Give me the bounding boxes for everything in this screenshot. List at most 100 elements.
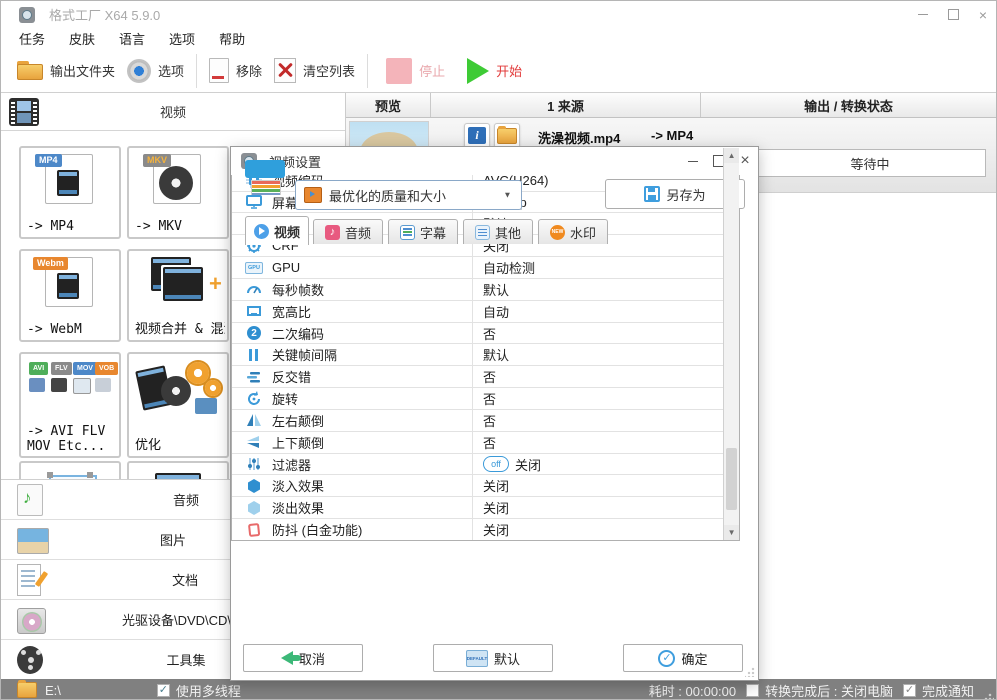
queue-header: 预览 1 来源 输出 / 转换状态 [346, 93, 996, 118]
app-window: 格式工厂 X64 5.9.0 × 任务 皮肤 语言 选项 帮助 输出文件夹 选项… [0, 0, 997, 700]
clear-x-icon [274, 58, 296, 83]
setting-row-rotate[interactable]: 旋转 否 [232, 388, 723, 410]
options-label: 选项 [158, 61, 184, 80]
setting-row-deinterlace[interactable]: 反交错 否 [232, 366, 723, 388]
tab-other[interactable]: 其他 [463, 219, 533, 244]
minimize-icon[interactable] [908, 4, 938, 26]
tile-label: 优化 [135, 438, 225, 453]
stop-label: 停止 [419, 61, 445, 80]
profile-dropdown[interactable]: 最优化的质量和大小 ▼ [295, 180, 522, 210]
setting-row-stabilize[interactable]: 防抖 (白金功能) 关闭 [232, 519, 723, 540]
setting-row-filter[interactable]: 过滤器 off 关闭 [232, 454, 723, 476]
dialog-minimize-icon[interactable] [680, 151, 706, 171]
resize-grip[interactable] [984, 691, 994, 700]
tab-video[interactable]: 视频 [245, 216, 309, 245]
scroll-up-icon[interactable]: ▲ [724, 148, 739, 163]
drive-label: E:\ [45, 683, 61, 698]
drive-folder-icon [17, 682, 37, 698]
dialog-resize-grip[interactable] [745, 667, 755, 677]
multithread-label: 使用多线程 [176, 681, 241, 700]
column-output-status[interactable]: 输出 / 转换状态 [701, 93, 996, 117]
setting-row-two-pass[interactable]: 2 二次编码 否 [232, 323, 723, 345]
flip-horizontal-icon [244, 412, 264, 428]
tab-subtitle[interactable]: 字幕 [388, 219, 458, 244]
tile-webm[interactable]: Webm -> WebM [19, 249, 121, 342]
stop-icon [386, 58, 412, 84]
setting-row-keyframe[interactable]: 关键帧间隔 默认 [232, 344, 723, 366]
tile-optimize[interactable]: 优化 [127, 352, 229, 458]
toolbar-separator [367, 54, 368, 88]
setting-row-fade-in[interactable]: 淡入效果 关闭 [232, 475, 723, 497]
profile-film-icon [304, 187, 322, 203]
toolbar: 输出文件夹 选项 移除 清空列表 停止 开始 [1, 49, 997, 93]
column-preview[interactable]: 预览 [346, 93, 431, 117]
info-icon: i [468, 127, 486, 144]
output-format: -> MP4 [651, 128, 693, 143]
menu-options[interactable]: 选项 [157, 29, 207, 48]
fade-in-icon [244, 478, 264, 494]
title-bar: 格式工厂 X64 5.9.0 × [1, 1, 997, 28]
keyframe-bars-icon [244, 347, 264, 363]
cancel-button[interactable]: 取消 [243, 644, 363, 672]
default-button[interactable]: DEFAULT 默认 [433, 644, 553, 672]
notify-label: 完成通知 [922, 681, 974, 700]
scroll-down-icon[interactable]: ▼ [724, 525, 739, 540]
start-label: 开始 [496, 61, 522, 80]
scrollbar-thumb[interactable] [726, 448, 737, 510]
stop-button[interactable]: 停止 [380, 51, 451, 91]
tab-audio[interactable]: ♪ 音频 [313, 219, 383, 244]
ok-button[interactable]: ✓ 确定 [623, 644, 743, 672]
setting-row-aspect[interactable]: 宽高比 自动 [232, 301, 723, 323]
two-pass-icon: 2 [244, 325, 264, 341]
video-settings-dialog: 视频设置 × 最优化的质量和大小 ▼ 另存为 视频 ♪ 音频 [230, 146, 759, 681]
remove-document-icon [209, 58, 229, 83]
filter-sliders-icon [244, 456, 264, 472]
status-waiting-box: 等待中 [754, 149, 986, 177]
remove-button[interactable]: 移除 [203, 51, 268, 91]
clear-list-button[interactable]: 清空列表 [268, 51, 361, 91]
multithread-checkbox[interactable]: ✓ [157, 684, 170, 697]
tab-watermark[interactable]: NEW 水印 [538, 219, 608, 244]
maximize-icon[interactable] [938, 4, 968, 26]
tile-mp4[interactable]: MP4 -> MP4 [19, 146, 121, 239]
optimize-icon [129, 354, 227, 424]
tile-mkv[interactable]: MKV -> MKV [127, 146, 229, 239]
setting-row-fade-out[interactable]: 淡出效果 关闭 [232, 497, 723, 519]
column-source[interactable]: 1 来源 [431, 93, 701, 117]
save-floppy-icon [644, 186, 660, 202]
picture-category-icon [17, 528, 49, 554]
info-button[interactable]: i [464, 123, 490, 148]
start-button[interactable]: 开始 [461, 51, 528, 91]
flip-vertical-icon [244, 434, 264, 450]
dialog-scrollbar[interactable]: ▲ ▼ [723, 148, 739, 540]
remove-label: 移除 [236, 61, 262, 80]
close-icon[interactable]: × [968, 4, 997, 26]
setting-row-flip-vertical[interactable]: 上下颠倒 否 [232, 432, 723, 454]
menu-language[interactable]: 语言 [107, 29, 157, 48]
chevron-down-icon: ▼ [503, 191, 511, 200]
tile-video-join[interactable]: + 视频合并 & 混流 [127, 249, 229, 342]
menu-help[interactable]: 帮助 [207, 29, 257, 48]
tile-avi-flv[interactable]: AVI FLV MOV VOB -> AVI FLV MOV Etc... [19, 352, 121, 458]
menu-skin[interactable]: 皮肤 [57, 29, 107, 48]
setting-row-fps[interactable]: 每秒帧数 默认 [232, 279, 723, 301]
setting-row-gpu[interactable]: GPU GPU 自动检测 [232, 257, 723, 279]
options-gear-icon [127, 59, 151, 83]
setting-row-flip-horizontal[interactable]: 左右颠倒 否 [232, 410, 723, 432]
notify-checkbox[interactable]: ✓ [903, 684, 916, 697]
gpu-icon: GPU [244, 260, 264, 276]
document-category-icon [17, 564, 41, 596]
ok-check-icon: ✓ [658, 650, 675, 667]
clear-list-label: 清空列表 [303, 61, 355, 80]
source-filename: 洗澡视频.mp4 [538, 128, 620, 147]
shutdown-checkbox[interactable] [746, 684, 759, 697]
options-button[interactable]: 选项 [121, 51, 190, 91]
window-title: 格式工厂 X64 5.9.0 [49, 5, 160, 24]
open-folder-button[interactable] [494, 123, 520, 148]
menu-tasks[interactable]: 任务 [7, 29, 57, 48]
toolbar-separator [196, 54, 197, 88]
status-bar: E:\ ✓ 使用多线程 耗时 : 00:00:00 转换完成后 : 关闭电脑 ✓… [1, 679, 997, 700]
video-category-header[interactable]: 视频 [1, 93, 345, 131]
tile-label: -> MKV [135, 219, 225, 234]
output-folder-button[interactable]: 输出文件夹 [11, 51, 121, 91]
